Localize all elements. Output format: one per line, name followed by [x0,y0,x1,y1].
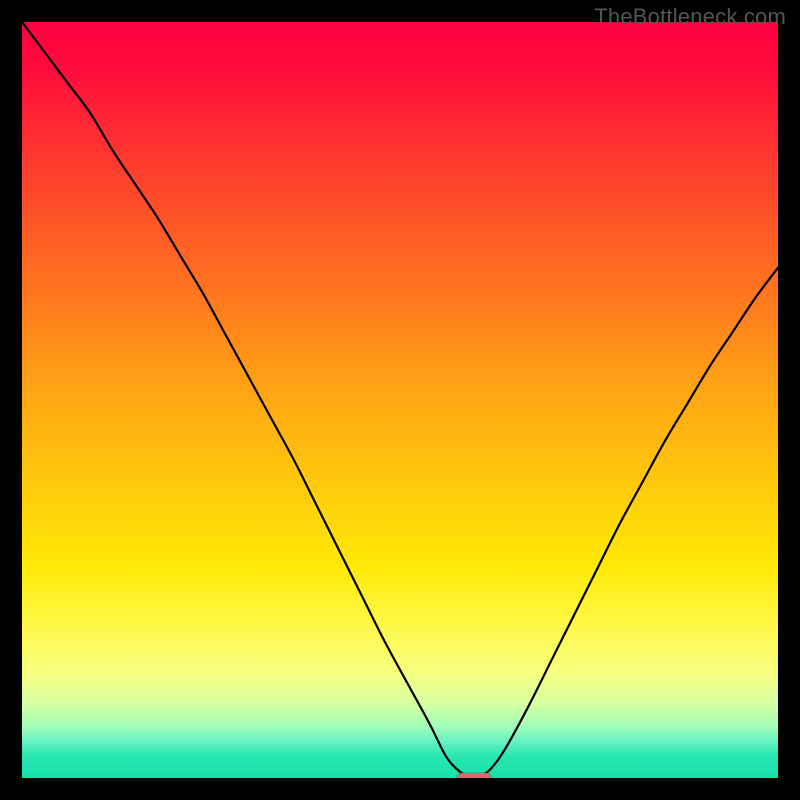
plot-area [22,22,778,778]
bottleneck-curve [22,22,778,778]
watermark-text: TheBottleneck.com [594,4,786,30]
curve-path [22,22,778,777]
chart-frame: TheBottleneck.com [0,0,800,800]
optimum-marker [457,773,491,778]
